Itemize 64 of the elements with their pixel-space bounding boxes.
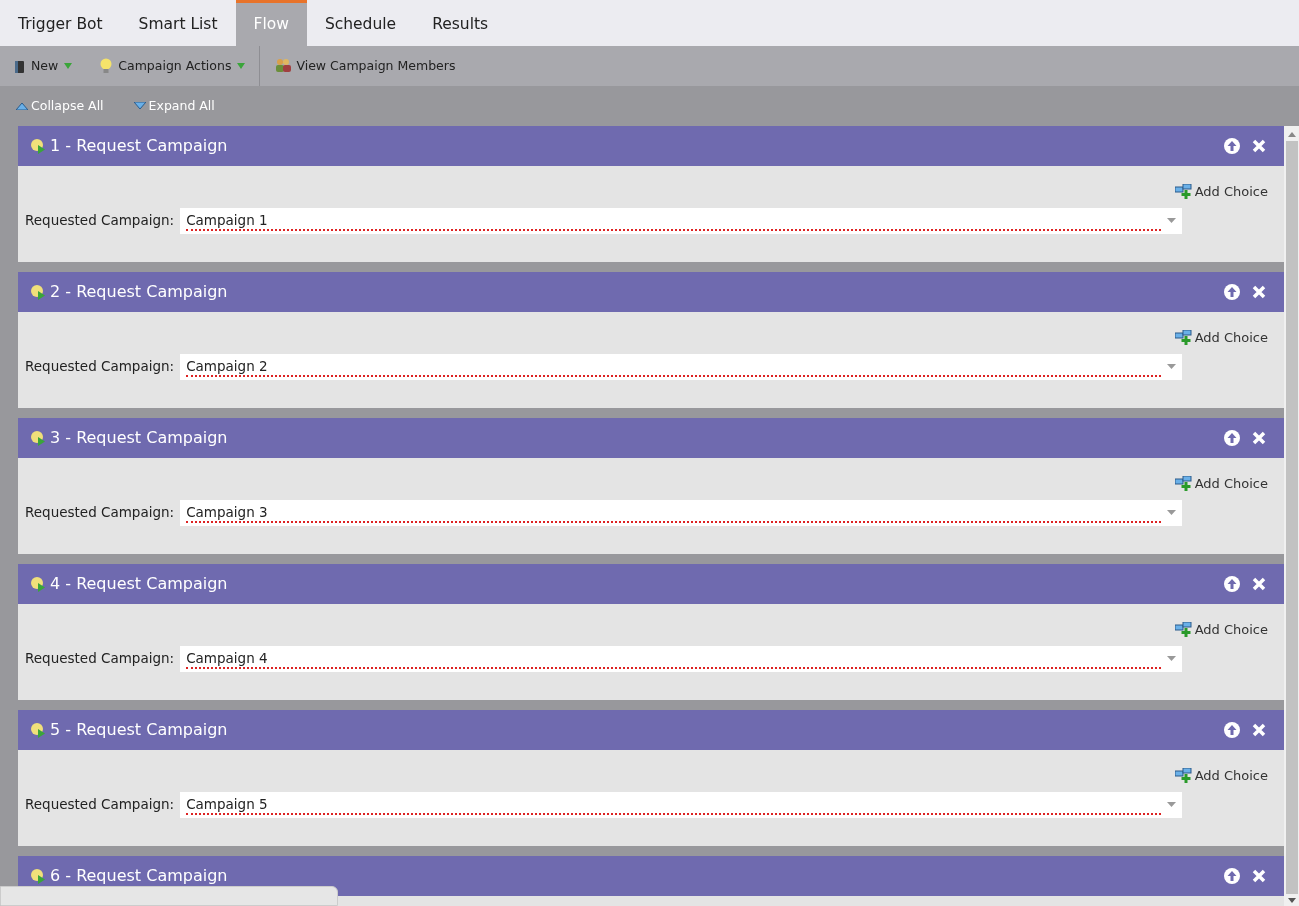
- add-choice-button[interactable]: Add Choice: [1174, 474, 1268, 494]
- arrow-up-icon: [1224, 284, 1240, 300]
- toolbar-button[interactable]: New: [0, 46, 87, 86]
- tab[interactable]: Results: [414, 0, 507, 46]
- tab[interactable]: Smart List: [120, 0, 236, 46]
- field-label: Requested Campaign:: [25, 211, 175, 231]
- caret-icon: [1167, 218, 1177, 223]
- caret-icon: [1167, 364, 1177, 369]
- campaign-dropdown[interactable]: Campaign 3: [180, 499, 1183, 526]
- lightbulb-play-icon: [30, 430, 46, 446]
- add-choice-button[interactable]: Add Choice: [1174, 766, 1268, 786]
- add-choice-icon: [1174, 622, 1193, 638]
- close-icon: [1252, 869, 1266, 883]
- add-choice-button[interactable]: Add Choice: [1174, 620, 1268, 640]
- add-choice-button[interactable]: Add Choice: [1174, 328, 1268, 348]
- triangle-down-icon: [133, 102, 146, 110]
- scroll-down-icon[interactable]: [1287, 898, 1296, 903]
- arrow-up-icon: [1224, 868, 1240, 884]
- add-choice-icon: [1174, 330, 1193, 346]
- lightbulb-play-icon: [30, 576, 46, 592]
- caret-icon: [1167, 510, 1177, 515]
- field-label: Requested Campaign:: [25, 649, 175, 669]
- arrow-up-icon: [1224, 722, 1240, 738]
- lightbulb-play-icon: [30, 868, 46, 884]
- add-choice-button[interactable]: Add Choice: [1174, 182, 1268, 202]
- step-title: 3 - Request Campaign: [50, 427, 229, 449]
- arrow-up-icon: [1224, 430, 1240, 446]
- add-choice-icon: [1174, 476, 1193, 492]
- triangle-up-icon: [16, 102, 28, 110]
- campaign-dropdown[interactable]: Campaign 5: [180, 791, 1183, 818]
- field-label: Requested Campaign:: [25, 503, 175, 523]
- caret-icon: [1167, 656, 1177, 661]
- field-label: Requested Campaign:: [25, 795, 175, 815]
- close-icon: [1252, 577, 1266, 591]
- toolbar-button[interactable]: Campaign Actions: [86, 46, 260, 86]
- field-label: Requested Campaign:: [25, 357, 175, 377]
- lightbulb-icon: [100, 58, 113, 74]
- step-title: 4 - Request Campaign: [50, 573, 229, 595]
- toolbar-button[interactable]: View Campaign Members: [259, 46, 470, 86]
- step-title: 6 - Request Campaign: [50, 865, 229, 887]
- campaign-dropdown[interactable]: Campaign 4: [180, 645, 1183, 672]
- add-choice-icon: [1174, 184, 1193, 200]
- campaign-dropdown[interactable]: Campaign 1: [180, 207, 1183, 234]
- arrow-up-icon: [1224, 138, 1240, 154]
- tab[interactable]: Trigger Bot: [0, 0, 121, 46]
- add-choice-icon: [1174, 768, 1193, 784]
- close-icon: [1252, 285, 1266, 299]
- step-title: 5 - Request Campaign: [50, 719, 229, 741]
- close-icon: [1252, 431, 1266, 445]
- lightbulb-play-icon: [30, 722, 46, 738]
- scrollbar[interactable]: [1284, 126, 1299, 906]
- close-icon: [1252, 723, 1266, 737]
- step-title: 1 - Request Campaign: [50, 135, 229, 157]
- step-title: 2 - Request Campaign: [50, 281, 229, 303]
- scroll-up-icon[interactable]: [1287, 132, 1296, 137]
- lightbulb-play-icon: [30, 284, 46, 300]
- arrow-up-icon: [1224, 576, 1240, 592]
- campaign-dropdown[interactable]: Campaign 2: [180, 353, 1183, 380]
- close-icon: [1252, 139, 1266, 153]
- book-icon: [14, 59, 25, 73]
- caret-icon: [1167, 802, 1177, 807]
- lightbulb-play-icon: [30, 138, 46, 154]
- tab[interactable]: Schedule: [306, 0, 415, 46]
- people-icon: [274, 58, 293, 74]
